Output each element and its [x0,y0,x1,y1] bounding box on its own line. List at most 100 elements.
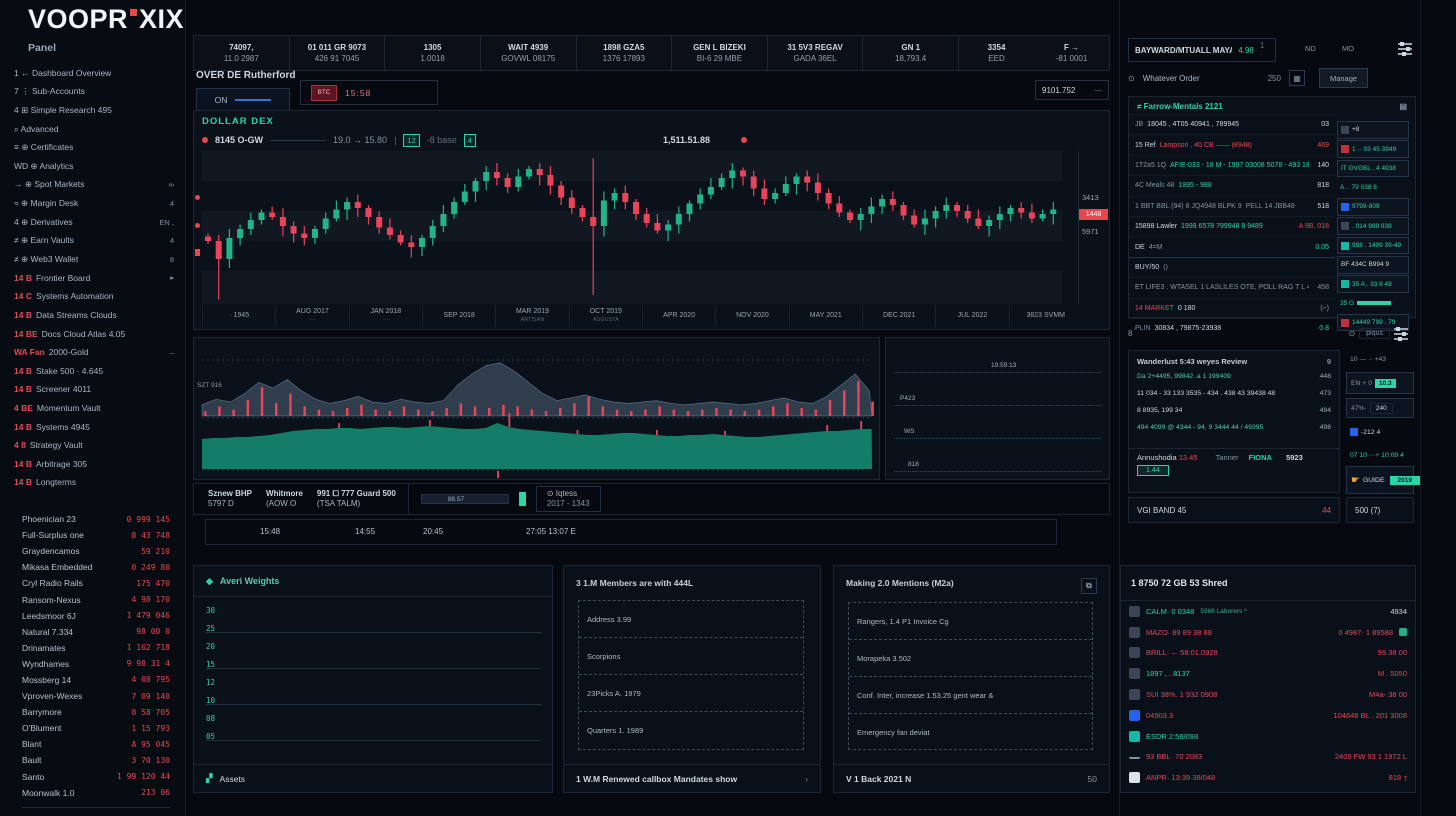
analytics-row[interactable]: 11 034 - 33 133 3535 - 434 . 438 43 3943… [1129,385,1339,402]
activity-row[interactable]: 1897 , . 8137M . 5050 [1121,663,1415,684]
list-row[interactable]: Rangers, 1.4 P1 Invoice Cg [849,603,1092,640]
activity-row[interactable]: ANPR· 13:39 38/048818 ⁊ [1121,767,1415,788]
sidebar-menu-item[interactable]: WD ⊕ Analytics [14,157,174,176]
level-row[interactable]: P423 [894,393,1101,406]
market-tile[interactable]: 35 G [1337,295,1409,313]
time-axis-label[interactable]: JAN 2018···· [349,305,422,327]
watchlist-row[interactable]: Phoenician 230 999 145 [22,511,170,527]
filter-label[interactable]: Whatever Order [1143,74,1200,83]
sidebar-menu-item[interactable]: 14 BData Streams Clouds [14,306,174,325]
sidebar-menu-item[interactable]: 14 BScreener 4011 [14,380,174,399]
mini-tile[interactable]: 07 10 ·· + 10:09 4 [1346,446,1414,464]
sliders-icon[interactable] [1394,325,1408,341]
time-axis-label[interactable]: MAR 2019ARTISAN [495,305,568,327]
order-summary-box[interactable]: ⊙ Iqtess2017 - 1343 [536,486,601,512]
market-tile[interactable]: A. . 79 038 8 [1337,179,1409,197]
watchlist-row[interactable]: Moonwalk 1.0213 06 [22,785,170,801]
watchlist-row[interactable]: Graydencamos59 210 [22,543,170,559]
list-row[interactable]: Conf. Inter, increase 1.53.25 gent wear … [849,677,1092,714]
chevron-right-icon[interactable]: › [805,774,808,784]
sidebar-menu-item[interactable]: 14 BLongterms [14,473,174,492]
band-strip[interactable]: VGI BAND 4544 [1128,497,1340,523]
account-summary[interactable]: BAYWARD/MTUALL MAYA 4.981 · [1128,38,1276,62]
interval-chip-1[interactable]: 12 [403,134,419,147]
list-row[interactable]: Emergency fan deviat [849,714,1092,750]
analytics-row[interactable]: 8 8935, 199 34494 [1129,402,1339,419]
interval-chip-2[interactable]: 4 [464,134,476,147]
activity-row[interactable]: SUI 38%. 1 932 0908M4a- 38 00 [1121,684,1415,705]
sidebar-menu-item[interactable]: ≠ ⊕ Earn Vaults4 [14,231,174,250]
sidebar-menu-item[interactable]: 14 BStake 500 · 4.645 [14,362,174,381]
time-axis-label[interactable]: · 1945 [202,305,275,327]
orderbook-row[interactable]: ET LIFE3 . WTASEL 1 LASLILES OTE, POLL R… [1129,277,1335,297]
market-tile[interactable]: 998 . 1499 39-49 [1337,237,1409,255]
fill-progress[interactable]: 88.57 [421,494,509,504]
watchlist-row[interactable]: Santo1 99 120 44 [22,769,170,785]
list-row[interactable]: 23Picks A. 1979 [579,675,803,712]
time-axis-label[interactable]: 3823 SVMM [1009,305,1082,327]
rate-chip[interactable]: 1.44 [1137,465,1169,476]
sidebar-menu-item[interactable]: 4 BEMomentum Vault [14,399,174,418]
sidebar-menu-item[interactable]: ⌕ Advanced [14,120,174,139]
activity-row[interactable]: BRILL· –· 58:01.092899.38 00 [1121,643,1415,664]
activity-row[interactable]: 04903.3104648 BL . 201 3008 [1121,705,1415,726]
watchlist-row[interactable]: Ransom-Nexus4 98 170 [22,591,170,607]
assets-footer[interactable]: ▞Assets [194,764,552,792]
orderbook-row[interactable]: 1 BBT BBL (94) 8 JQ4948 BLPK 9PELL 14 JB… [1129,196,1335,216]
sidebar-menu-item[interactable]: 1 ← Dashboard Overview [14,64,174,83]
count-strip[interactable]: 500 (7) [1346,497,1414,523]
time-axis-label[interactable]: APR 2020 [642,305,715,327]
mini-tile[interactable]: 47%· 240 [1346,398,1414,418]
activity-row[interactable]: CALM· 0 03485988 Laborers ^4934 [1121,601,1415,622]
level-row[interactable]: 818 [894,459,1101,472]
members-footer[interactable]: 1 W.M Renewed callbox Mandates show› [564,764,820,792]
market-tile[interactable]: 1 ·· 03 45 3949 [1337,140,1409,158]
market-badge[interactable]: BTC 15:58 [300,80,438,105]
nav-link-mo[interactable]: MO [1342,44,1354,53]
time-axis-label[interactable]: SEP 2018 [422,305,495,327]
pkg-chip[interactable]: piqus [1359,328,1390,339]
mini-tile[interactable]: EN + 010.3 [1346,372,1414,394]
orderbook-row[interactable]: 4C Meals 481995 - 988818 [1129,175,1335,195]
orderbook-row[interactable]: BUY/50() [1129,257,1335,277]
level-row[interactable]: 19:59:13 [894,360,1101,373]
sidebar-menu-item[interactable]: ≠ ⊕ Web3 Wallet8 [14,250,174,269]
activity-row[interactable]: 93 BBL· 70 20832409 FW 93 1 1972 L [1121,747,1415,768]
watchlist-row[interactable]: Barrymore8 58 705 [22,704,170,720]
analytics-row[interactable]: 494 4099 @ 4344 - 94, 9 3444 44 / 493954… [1129,419,1339,436]
session-times-strip[interactable]: 15:4814:5520:4527:05 13:07 E [205,519,1057,545]
order-account[interactable]: Whitmore(AOW O [266,489,303,509]
time-axis-label[interactable]: MAY 2021 [789,305,862,327]
candlestick-plot[interactable] [202,151,1062,304]
nav-link-nd[interactable]: ND [1305,44,1316,53]
orderbook-row[interactable]: JB18045 , 4T05 40941 , 78994503 [1129,114,1335,134]
market-tile[interactable]: IT GVGBL . 4 4938 [1337,160,1409,178]
list-row[interactable]: Quarters 1. 1989 [579,712,803,748]
mini-button[interactable]: 2019 [1390,476,1420,485]
sidebar-menu-item[interactable]: ≈ ⊕ Margin Desk4 [14,194,174,213]
time-axis-label[interactable]: AUG 2017···· [275,305,348,327]
sliders-icon[interactable] [1398,40,1412,56]
mini-tile[interactable]: 10 — ·· +43 [1346,350,1414,368]
time-axis-label[interactable]: DEC 2021 [862,305,935,327]
watchlist-row[interactable]: Wyndhames9 98 31 4 [22,656,170,672]
sidebar-menu-item[interactable]: WA Fan2000-Gold– [14,343,174,362]
orderbook-row[interactable]: 15 RefLampson , 40 CB —— (8948)469 [1129,134,1335,154]
sidebar-menu-item[interactable]: 4 ⊕ DerivativesEN , [14,213,174,232]
watchlist-row[interactable]: Natural 7.33498 00 0 [22,624,170,640]
watchlist-row[interactable]: Vproven-Wexes7 09 140 [22,688,170,704]
activity-row[interactable]: MAZO· 89 89 38 880 4987· 1 89588 [1121,622,1415,643]
mentions-footer[interactable]: V 1 Back 2021 N50 [834,764,1109,792]
watchlist-row[interactable]: Mikasa Embedded0 249 80 [22,559,170,575]
list-row[interactable]: Scorpions [579,638,803,675]
market-tile[interactable]: BF 434C B994 9 [1337,256,1409,274]
buy-toggle-icon[interactable] [519,492,526,506]
sidebar-menu-item[interactable]: 4 8Strategy Vault [14,436,174,455]
grid-icon[interactable]: ▦ [1289,70,1305,86]
level-row[interactable]: WS [894,426,1101,439]
orderbook-row[interactable]: 15898 Lawler1998 6578 799948 8 9489A 9B,… [1129,216,1335,236]
watchlist-row[interactable]: Mossberg 144 08 795 [22,672,170,688]
mini-tile[interactable]: -212 4 [1346,422,1414,442]
sidebar-menu-item[interactable]: 7 ⋮ Sub-Accounts [14,83,174,102]
orderbook-row[interactable]: 14 MARKET0 180(⌐) [1129,298,1335,318]
